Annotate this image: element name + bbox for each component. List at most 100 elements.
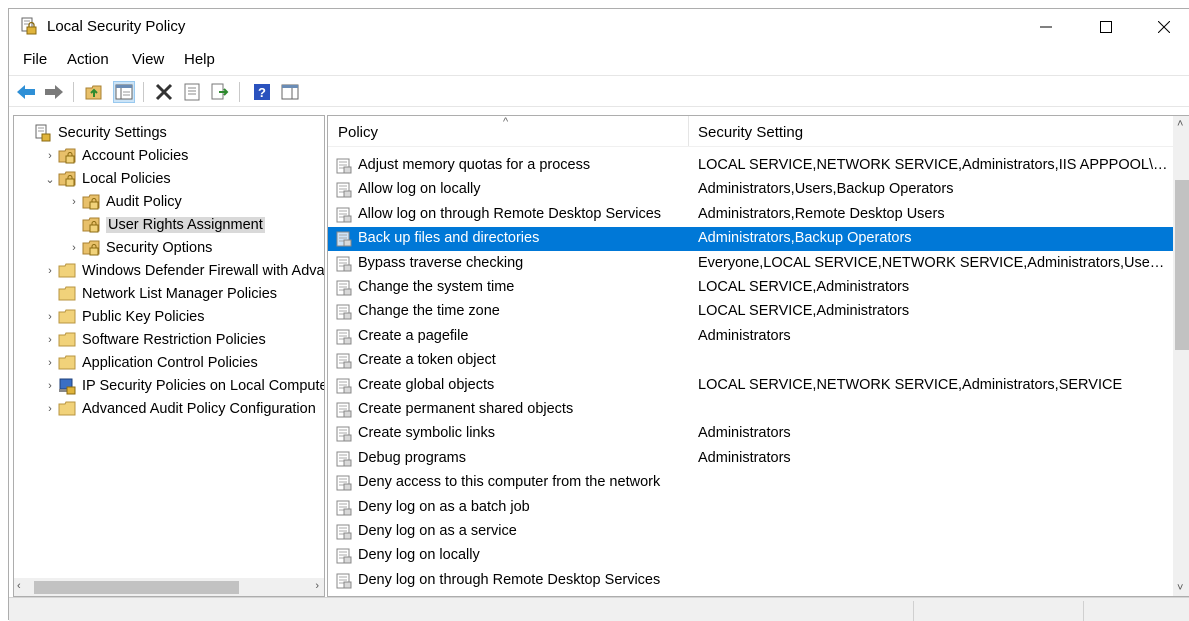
policy-security-setting: Administrators [698,327,791,344]
policy-name: Deny access to this computer from the ne… [358,474,661,491]
expand-chevron-icon[interactable]: › [66,194,82,210]
policy-icon [336,207,352,223]
tree-item[interactable]: › Software Restriction Policies [42,329,266,351]
policy-row[interactable]: Debug programs Administrators [328,447,1173,471]
tree-item[interactable]: Network List Manager Policies [42,283,277,305]
show-hide-action-pane-button[interactable] [279,81,301,103]
policy-row[interactable]: Create global objects LOCAL SERVICE,NETWO… [328,374,1173,398]
tree-item-label: Advanced Audit Policy Configuration [82,401,316,417]
minimize-button[interactable] [1017,9,1075,45]
help-icon: ? [254,84,270,100]
scroll-left-icon[interactable]: ‹ [17,580,21,592]
tree-item[interactable]: User Rights Assignment [66,214,265,236]
tree-item-label: Local Policies [82,171,171,187]
policy-row[interactable]: Change the time zone LOCAL SERVICE,Admini… [328,300,1173,324]
policy-row[interactable]: Deny log on as a service [328,520,1173,544]
menu-file[interactable]: File [23,51,47,68]
policy-row[interactable]: Allow log on locally Administrators,Users… [328,178,1173,202]
expand-chevron-icon[interactable]: › [42,355,58,371]
details-pane: Policy ^ Security Setting Adjust memory … [327,115,1189,597]
policy-row[interactable]: Bypass traverse checking Everyone,LOCAL S… [328,252,1173,276]
expand-chevron-icon[interactable]: › [42,401,58,417]
scroll-right-icon[interactable]: › [315,580,319,592]
policy-name: Create symbolic links [358,425,495,442]
tree-item[interactable]: › Public Key Policies [42,306,204,328]
forward-button[interactable] [43,81,65,103]
policy-row[interactable]: Deny log on locally [328,544,1173,568]
tree-item[interactable]: › Advanced Audit Policy Configuration [42,398,316,420]
scroll-up-icon[interactable]: ˄ [1177,118,1183,130]
tree-item[interactable]: › Audit Policy [66,191,182,213]
menu-help[interactable]: Help [184,51,215,68]
close-icon [1158,21,1170,33]
policy-name: Create global objects [358,376,495,393]
policy-row[interactable]: Adjust memory quotas for a process LOCAL … [328,154,1173,178]
policy-icon [336,451,352,467]
policy-name: Change the system time [358,279,515,295]
policy-row[interactable]: Create symbolic links Administrators [328,422,1173,446]
policy-row[interactable]: Deny log on as a batch job [328,496,1173,520]
policy-row[interactable]: Deny access to this computer from the ne… [328,471,1173,495]
tree-item-label: Windows Defender Firewall with Adva [82,263,325,279]
expand-chevron-icon[interactable]: › [42,148,58,164]
policy-security-setting: LOCAL SERVICE,NETWORK SERVICE,Administra… [698,157,1168,173]
menu-action[interactable]: Action [67,51,109,68]
tree-item[interactable]: Security Settings [18,122,167,144]
local-security-policy-icon [21,17,37,35]
up-one-level-button[interactable] [83,81,105,103]
expand-chevron-icon[interactable]: › [42,309,58,325]
policy-icon [336,378,352,394]
close-button[interactable] [1135,9,1189,45]
policy-icon [336,573,352,589]
policy-security-setting: Administrators,Backup Operators [698,230,912,247]
policy-row[interactable]: Create a pagefile Administrators [328,325,1173,349]
tree-item[interactable]: ⌄ Local Policies [42,168,171,190]
vertical-scrollbar[interactable]: ˄ ˅ [1173,116,1189,596]
back-button[interactable] [15,81,37,103]
policy-icon [336,158,352,174]
expand-chevron-icon[interactable]: › [42,263,58,279]
menu-view[interactable]: View [132,51,164,68]
maximize-button[interactable] [1077,9,1135,45]
policy-name: Create permanent shared objects [358,401,574,417]
policy-row[interactable]: Create permanent shared objects [328,398,1173,422]
scroll-thumb[interactable] [34,581,239,594]
policy-icon [336,304,352,320]
policy-icon [336,475,352,491]
policy-name: Create a token object [358,352,496,369]
status-bar [9,597,1189,621]
scroll-down-icon[interactable]: ˅ [1177,582,1183,594]
tree-item-label: Network List Manager Policies [82,286,278,302]
horizontal-scrollbar[interactable]: ‹ › [14,578,324,596]
expand-chevron-icon[interactable]: › [42,332,58,348]
folder-icon [58,354,78,372]
expand-chevron-icon[interactable]: › [66,240,82,256]
policy-row[interactable]: Allow log on through Remote Desktop Serv… [328,203,1173,227]
collapse-chevron-icon[interactable]: ⌄ [42,171,58,187]
policy-icon [336,402,352,418]
policy-row[interactable]: Deny log on through Remote Desktop Servi… [328,569,1173,593]
policy-row[interactable]: Change the system time LOCAL SERVICE,Admi… [328,276,1173,300]
policy-row[interactable]: Back up files and directories Administrat… [328,227,1173,252]
scroll-thumb[interactable] [1175,180,1189,350]
properties-button[interactable] [181,81,203,103]
policy-row[interactable]: Create a token object [328,349,1173,373]
tree-item[interactable]: › Windows Defender Firewall with Adva [42,260,325,282]
column-header-policy[interactable]: Policy [338,124,378,141]
column-header-security-setting[interactable]: Security Setting [698,124,803,141]
help-button[interactable]: ? [251,81,273,103]
folder-icon [58,308,78,326]
policy-icon [336,280,352,296]
expand-chevron-icon[interactable]: › [42,378,58,394]
export-list-button[interactable] [209,81,231,103]
policy-icon [336,329,352,345]
show-hide-console-tree-button[interactable] [113,81,135,103]
tree-item[interactable]: › Application Control Policies [42,352,258,374]
tree-item[interactable]: › IP Security Policies on Local Compute [42,375,324,397]
maximize-icon [1100,21,1112,33]
policy-icon [336,256,352,272]
security-settings-icon [34,124,54,142]
tree-item[interactable]: › Account Policies [42,145,188,167]
tree-item[interactable]: › Security Options [66,237,212,259]
delete-button[interactable] [153,81,175,103]
